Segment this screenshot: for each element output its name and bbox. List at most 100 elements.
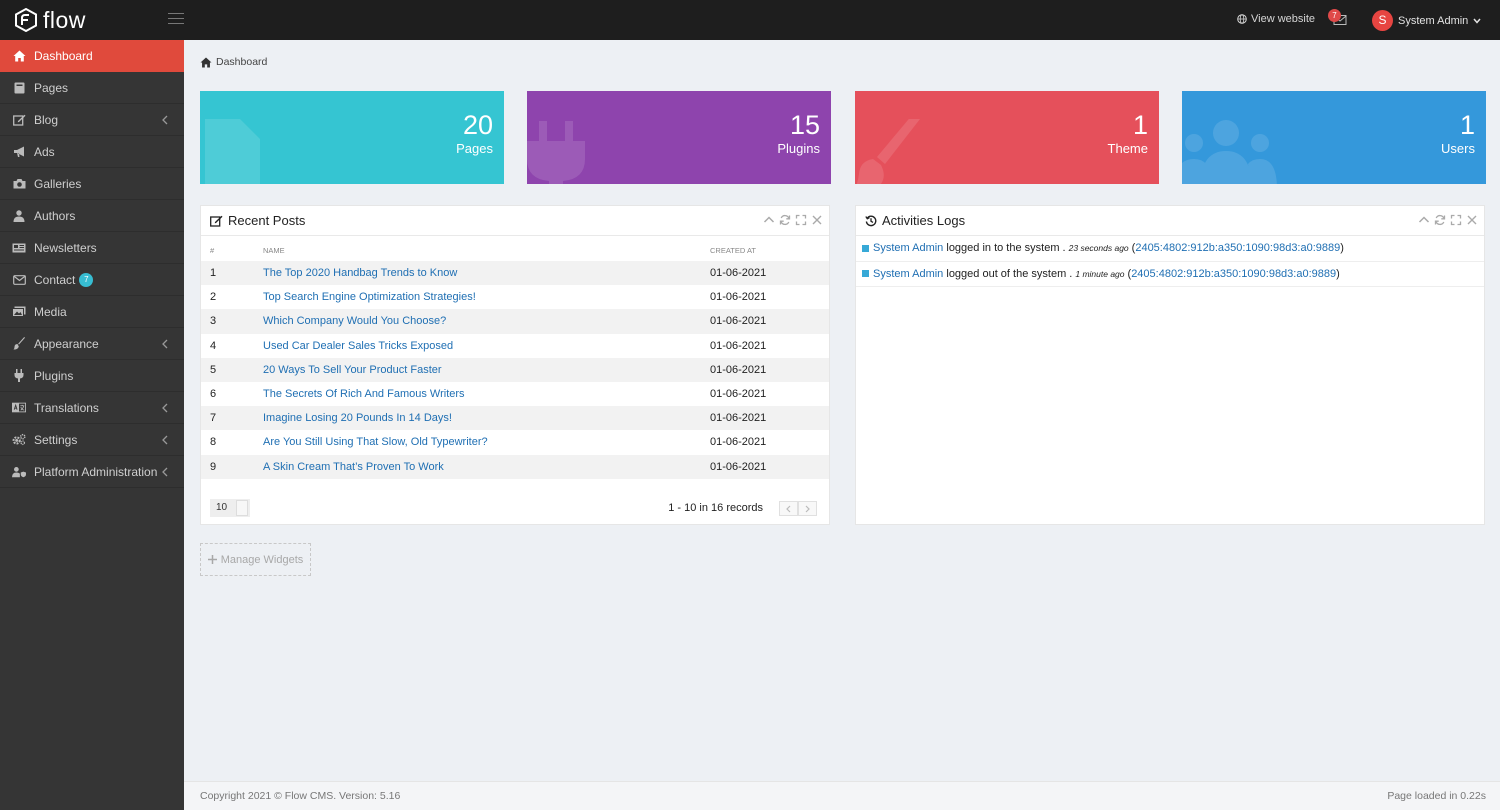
row-date: 01-06-2021	[710, 436, 767, 449]
sidebar-item-blog[interactable]: Blog	[0, 104, 184, 136]
post-title-link[interactable]: Imagine Losing 20 Pounds In 14 Days!	[263, 412, 452, 424]
sidebar-item-label: Blog	[34, 112, 59, 127]
fullscreen-icon[interactable]	[795, 214, 807, 226]
sidebar-item-galleries[interactable]: Galleries	[0, 168, 184, 200]
row-date: 01-06-2021	[710, 339, 767, 352]
home-icon[interactable]	[200, 56, 212, 68]
fullscreen-icon[interactable]	[1450, 214, 1462, 226]
refresh-icon[interactable]	[779, 214, 791, 226]
log-ip-link[interactable]: 2405:4802:912b:a350:1090:98d3:a0:9889	[1131, 268, 1336, 280]
post-title-link[interactable]: The Secrets Of Rich And Famous Writers	[263, 388, 465, 400]
post-title-link[interactable]: Are You Still Using That Slow, Old Typew…	[263, 436, 488, 448]
stat-label: Users	[1441, 141, 1475, 156]
collapse-icon[interactable]	[1418, 214, 1430, 226]
sidebar-item-ads[interactable]: Ads	[0, 136, 184, 168]
sidebar-item-plugins[interactable]: Plugins	[0, 360, 184, 392]
stat-card-theme[interactable]: 1 Theme	[855, 91, 1159, 184]
sidebar-toggle-icon[interactable]	[168, 13, 184, 26]
page-size-value: 10	[216, 502, 228, 513]
bullet-icon	[862, 270, 869, 278]
log-user-link[interactable]: System Admin	[873, 242, 943, 254]
edit-icon	[12, 113, 26, 127]
paint-brush-icon	[12, 337, 26, 351]
collapse-icon[interactable]	[763, 214, 775, 226]
sidebar-item-label: Settings	[34, 432, 78, 447]
row-date: 01-06-2021	[710, 388, 767, 401]
recent-posts-widget: Recent Posts # NAME CREATED AT 1 The Top …	[200, 205, 830, 525]
view-website-label: View website	[1251, 13, 1315, 25]
log-action: logged in to the system	[946, 242, 1060, 255]
sidebar-item-translations[interactable]: Translations	[0, 392, 184, 424]
prev-page-button[interactable]	[779, 501, 798, 516]
sidebar-item-media[interactable]: Media	[0, 296, 184, 328]
sidebar-item-platform-administration[interactable]: Platform Administration	[0, 456, 184, 488]
avatar: S	[1372, 10, 1393, 31]
sidebar-item-contact[interactable]: Contact 7	[0, 264, 184, 296]
post-title-link[interactable]: A Skin Cream That’s Proven To Work	[263, 461, 444, 473]
sidebar-item-pages[interactable]: Pages	[0, 72, 184, 104]
file-icon	[205, 119, 260, 184]
post-title-link[interactable]: Used Car Dealer Sales Tricks Exposed	[263, 340, 453, 352]
camera-icon	[12, 177, 26, 191]
stat-card-pages[interactable]: 20 Pages	[200, 91, 504, 184]
table-header: # NAME CREATED AT	[201, 236, 829, 261]
stat-card-users[interactable]: 1 Users	[1182, 91, 1486, 184]
spinner-icon[interactable]	[236, 500, 248, 516]
log-user-link[interactable]: System Admin	[873, 268, 943, 280]
sidebar-item-newsletters[interactable]: Newsletters	[0, 232, 184, 264]
manage-widgets-button[interactable]: Manage Widgets	[200, 543, 311, 576]
sidebar-item-label: Newsletters	[34, 240, 97, 255]
table-row: 1 The Top 2020 Handbag Trends to Know 01-0…	[201, 261, 829, 286]
user-menu[interactable]: S System Admin	[1372, 10, 1481, 31]
close-icon[interactable]	[811, 214, 823, 226]
log-ip-link[interactable]: 2405:4802:912b:a350:1090:98d3:a0:9889	[1135, 242, 1340, 254]
brand-logo[interactable]: flow	[14, 6, 86, 34]
edit-icon	[210, 215, 223, 227]
images-icon	[12, 305, 26, 319]
post-title-link[interactable]: Top Search Engine Optimization Strategie…	[263, 291, 476, 303]
table-row: 8 Are You Still Using That Slow, Old Type…	[201, 430, 829, 454]
contact-count-badge: 7	[79, 272, 94, 287]
mail-count-badge: 7	[1328, 9, 1341, 22]
row-number: 6	[210, 388, 217, 401]
column-header-num[interactable]: #	[201, 236, 253, 261]
column-header-name[interactable]: NAME	[253, 236, 700, 261]
sidebar-item-label: Plugins	[34, 368, 74, 383]
table-row: 7 Imagine Losing 20 Pounds In 14 Days! 01-…	[201, 406, 829, 431]
chevron-left-icon	[162, 115, 168, 125]
stat-label: Pages	[456, 141, 493, 156]
stat-label: Theme	[1107, 141, 1148, 156]
paint-brush-icon	[856, 119, 920, 184]
next-page-button[interactable]	[798, 501, 817, 516]
post-title-link[interactable]: The Top 2020 Handbag Trends to Know	[263, 267, 457, 279]
chevron-right-icon	[805, 505, 810, 512]
copyright-text: Copyright 2021 © Flow CMS. Version: 5.16	[200, 790, 401, 802]
page-size-select[interactable]: 10	[210, 499, 250, 517]
post-title-link[interactable]: 20 Ways To Sell Your Product Faster	[263, 364, 442, 376]
sidebar-item-label: Media	[34, 304, 67, 319]
row-number: 5	[201, 357, 253, 382]
row-number: 4	[210, 339, 217, 352]
stat-card-plugins[interactable]: 15 Plugins	[527, 91, 831, 184]
sidebar-item-label: Authors	[34, 208, 76, 223]
pagination	[779, 501, 817, 516]
refresh-icon[interactable]	[1434, 214, 1446, 226]
activities-logs-widget: Activities Logs System Admin logged in t…	[855, 205, 1485, 525]
row-date: 01-06-2021	[700, 357, 829, 382]
list-item: System Admin logged in to the system . 23…	[856, 236, 1484, 262]
history-icon	[865, 215, 877, 226]
post-title-link[interactable]: Which Company Would You Choose?	[263, 315, 446, 327]
column-header-created-at[interactable]: CREATED AT	[700, 236, 829, 261]
sidebar-item-authors[interactable]: Authors	[0, 200, 184, 232]
log-action: logged out of the system	[946, 267, 1067, 280]
close-icon[interactable]	[1466, 214, 1478, 226]
sidebar-item-appearance[interactable]: Appearance	[0, 328, 184, 360]
stat-value: 1	[1459, 110, 1475, 140]
view-website-link[interactable]: View website	[1237, 13, 1315, 25]
logo-mark-icon	[15, 8, 37, 32]
sidebar-item-dashboard[interactable]: Dashboard	[0, 40, 184, 72]
stat-label: Plugins	[777, 141, 820, 156]
sidebar-item-settings[interactable]: Settings	[0, 424, 184, 456]
row-number: 2	[210, 291, 217, 304]
widget-header: Recent Posts	[201, 206, 829, 236]
